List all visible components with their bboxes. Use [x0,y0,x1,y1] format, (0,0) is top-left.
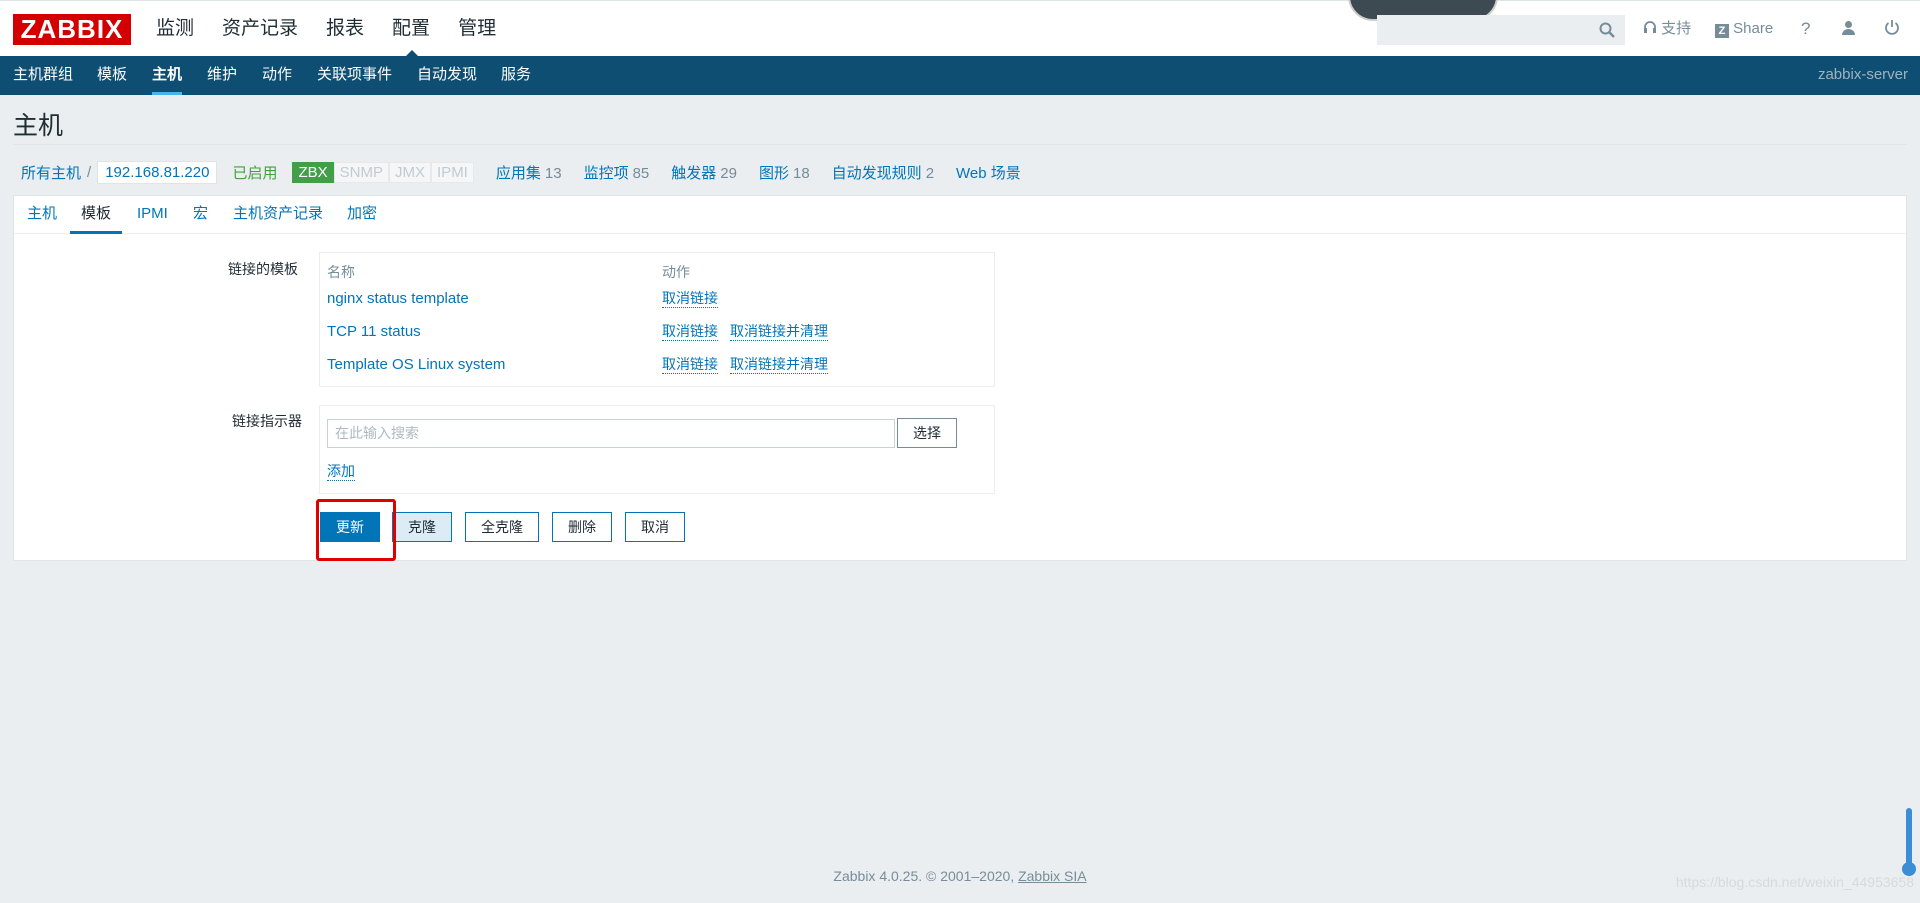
main-menu-administration[interactable]: 管理 [458,1,510,57]
tab-host[interactable]: 主机 [27,196,57,234]
select-templates-button[interactable]: 选择 [897,418,957,448]
unlink-and-clear-button[interactable]: 取消链接并清理 [730,323,828,341]
items-link[interactable]: 监控项 85 [584,162,650,183]
form-tabs: 主机 模板 IPMI 宏 主机资产记录 加密 [14,196,1906,234]
host-summary-bar: 所有主机 / 192.168.81.220 已启用 ZBX SNMP JMX I… [21,160,1021,185]
discovery-rules-count: 2 [925,165,935,182]
unlink-button[interactable]: 取消链接 [662,356,718,374]
template-search-input[interactable]: 在此输入搜索 [327,419,895,448]
items-count: 85 [632,165,650,182]
sign-out-link[interactable] [1884,1,1900,57]
global-search-input[interactable] [1377,15,1625,45]
triggers-count: 29 [720,165,737,182]
template-name-link[interactable]: TCP 11 status [327,323,421,340]
zabbix-logo[interactable]: ZABBIX [13,14,131,45]
triggers-link[interactable]: 触发器 29 [671,162,737,183]
power-icon [1885,20,1899,35]
main-menu-reports[interactable]: 报表 [326,1,378,57]
title-divider [13,144,1907,145]
unlink-button[interactable]: 取消链接 [662,323,718,341]
support-label: 支持 [1661,20,1692,37]
tab-encryption[interactable]: 加密 [347,196,377,234]
sub-menu-actions[interactable]: 动作 [262,56,292,94]
sub-menu-event-correlation[interactable]: 关联项事件 [317,56,392,94]
tab-templates[interactable]: 模板 [70,196,123,234]
page-title: 主机 [13,112,64,140]
delete-button[interactable]: 删除 [552,512,612,542]
discovery-rules-label: 自动发现规则 [831,165,922,182]
tab-inventory[interactable]: 主机资产记录 [233,196,323,234]
column-action-header: 动作 [662,264,690,280]
cancel-button[interactable]: 取消 [625,512,685,542]
sub-menu-hosts[interactable]: 主机 [152,58,183,95]
sub-menu-discovery[interactable]: 自动发现 [417,56,477,94]
tab-ipmi[interactable]: IPMI [137,196,168,234]
page-footer: Zabbix 4.0.25. © 2001–2020, Zabbix SIA [0,868,1920,884]
linked-templates-label: 链接的模板 [228,261,298,277]
breadcrumb-separator: / [87,164,92,181]
zabbix-sia-link[interactable]: Zabbix SIA [1018,868,1086,884]
triggers-label: 触发器 [671,165,717,182]
update-button-highlight [316,499,396,561]
server-name: zabbix-server [1817,66,1908,83]
applications-count: 13 [544,165,562,182]
help-icon[interactable]: ? [1801,1,1810,57]
clone-button[interactable]: 克隆 [392,512,452,542]
user-profile-link[interactable] [1841,1,1856,57]
applications-link[interactable]: 应用集 13 [496,162,562,183]
share-link[interactable]: Z Share [1715,1,1773,57]
full-clone-button[interactable]: 全克隆 [465,512,539,542]
template-name-link[interactable]: Template OS Linux system [327,356,505,373]
discovery-rules-link[interactable]: 自动发现规则 2 [832,162,934,183]
share-z-icon: Z [1715,24,1729,38]
graphs-count: 18 [792,165,810,182]
footer-text: Zabbix 4.0.25. © 2001–2020, [833,868,1015,884]
unlink-and-clear-button[interactable]: 取消链接并清理 [730,356,828,374]
applications-label: 应用集 [495,165,541,182]
items-label: 监控项 [583,165,629,182]
main-menu-monitoring[interactable]: 监测 [156,1,208,57]
sub-menu-maintenance[interactable]: 维护 [207,56,237,94]
search-icon[interactable] [1598,21,1616,39]
template-name-link[interactable]: nginx status template [327,290,469,307]
column-name-header: 名称 [327,264,355,280]
main-menu: 监测 资产记录 报表 配置 管理 [156,1,524,57]
badge-snmp: SNMP [333,162,390,183]
sub-menu-templates[interactable]: 模板 [97,56,127,94]
support-link[interactable]: 支持 [1643,1,1691,57]
host-status-enabled[interactable]: 已启用 [232,162,277,183]
graphs-label: 图形 [758,165,789,182]
badge-jmx: JMX [389,162,432,183]
sub-menu-services[interactable]: 服务 [501,56,531,94]
web-scenarios-link[interactable]: Web 场景 [956,162,1021,183]
availability-badges: ZBX SNMP JMX IPMI [292,162,474,183]
graphs-link[interactable]: 图形 18 [759,162,810,183]
headset-icon [1644,21,1656,33]
scroll-indicator [1906,808,1912,868]
badge-ipmi: IPMI [431,162,474,183]
user-icon [1842,21,1855,35]
add-template-link[interactable]: 添加 [327,463,355,481]
sub-menu: 主机群组 模板 主机 维护 动作 关联项事件 自动发现 服务 zabbix-se… [0,56,1920,95]
share-label: Share [1733,20,1774,37]
top-bar: ZABBIX 监测 资产记录 报表 配置 管理 支持 Z Share ? [0,0,1920,57]
sub-menu-host-groups[interactable]: 主机群组 [13,56,73,94]
current-host-link[interactable]: 192.168.81.220 [97,161,218,184]
scroll-indicator-bulb [1902,862,1916,876]
main-menu-inventory[interactable]: 资产记录 [222,1,312,57]
link-new-templates-label: 链接指示器 [232,413,302,429]
unlink-button[interactable]: 取消链接 [662,290,718,308]
csdn-watermark: https://blog.csdn.net/weixin_44953658 [1675,874,1914,890]
main-menu-configuration[interactable]: 配置 [392,1,444,57]
tab-macros[interactable]: 宏 [193,196,208,234]
all-hosts-link[interactable]: 所有主机 [21,162,81,183]
badge-zbx: ZBX [292,162,334,183]
